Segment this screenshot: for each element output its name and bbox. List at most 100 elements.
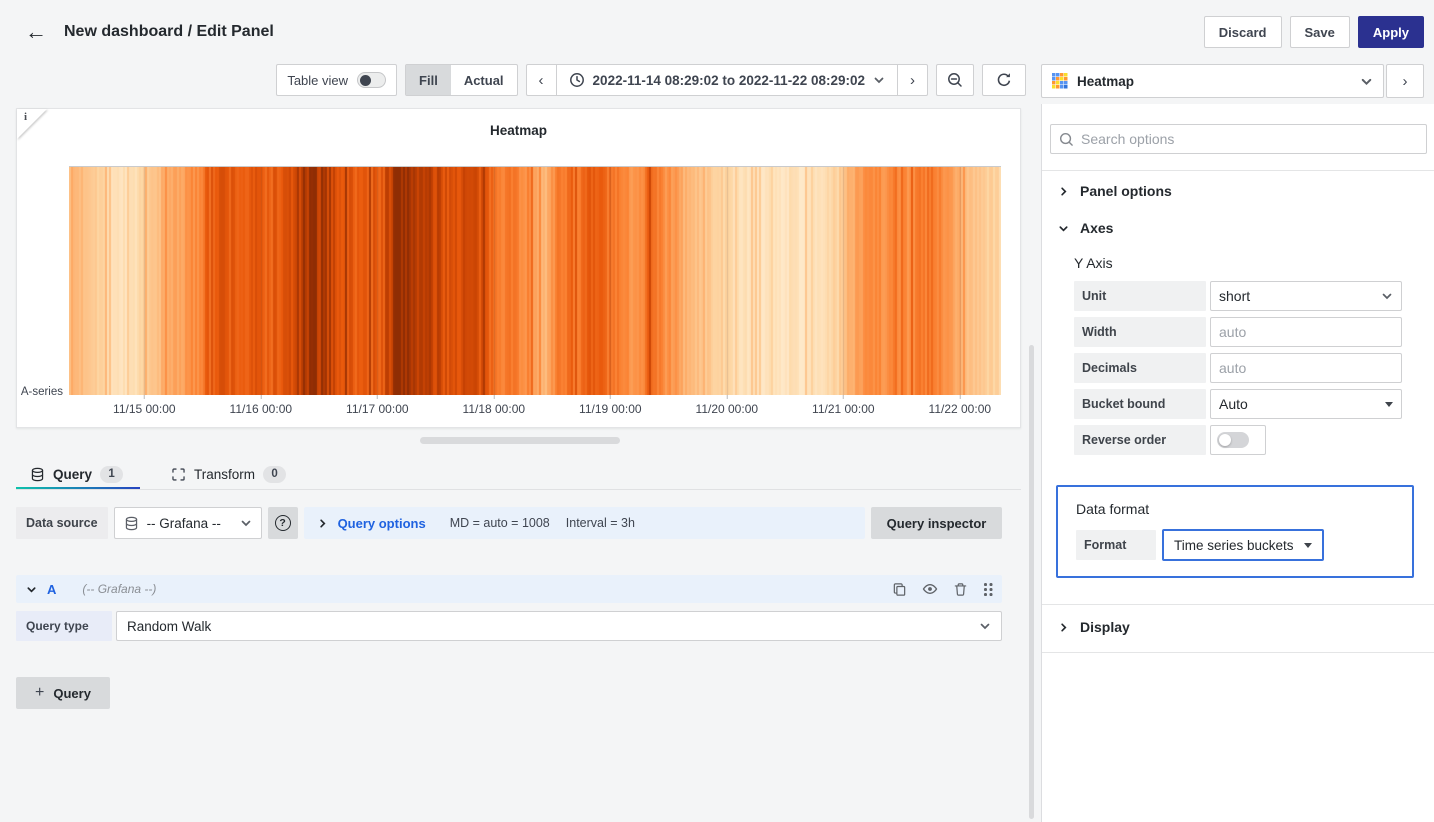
- bucket-bound-select[interactable]: Auto: [1210, 389, 1402, 419]
- query-ref: A: [47, 581, 57, 597]
- info-icon: i: [24, 111, 28, 123]
- section-axes[interactable]: Axes: [1058, 220, 1113, 236]
- refresh-button[interactable]: [982, 64, 1026, 96]
- format-select[interactable]: Time series buckets: [1162, 529, 1324, 561]
- grip-dots-icon: [983, 582, 992, 596]
- divider: [1042, 170, 1434, 171]
- query-row-a: A (-- Grafana --) Query type Random Walk: [16, 575, 1002, 641]
- arrow-left-icon: ←: [25, 19, 47, 44]
- query-options-bar[interactable]: Query options MD = auto = 1008 Interval …: [303, 507, 865, 539]
- section-label: Display: [1080, 619, 1130, 635]
- sidebar-resize-handle[interactable]: [1029, 345, 1034, 819]
- query-type-row: Query type Random Walk: [16, 611, 1002, 641]
- tab-transform[interactable]: Transform 0: [157, 459, 300, 489]
- section-display[interactable]: Display: [1058, 619, 1130, 635]
- toggle-knob: [1219, 434, 1231, 446]
- edit-panel-page: ← New dashboard / Edit Panel Discard Sav…: [0, 0, 1434, 822]
- query-inspector-button[interactable]: Query inspector: [871, 507, 1002, 539]
- delete-query-button[interactable]: [953, 582, 968, 597]
- y-axis-label: A-series: [20, 386, 63, 398]
- time-range-text: 2022-11-14 08:29:02 to 2022-11-22 08:29:…: [592, 72, 865, 88]
- section-label: Panel options: [1080, 183, 1172, 199]
- decimals-field: [1210, 353, 1402, 383]
- datasource-select[interactable]: -- Grafana --: [113, 507, 262, 539]
- chevron-down-icon: [1382, 293, 1392, 300]
- table-view-toggle[interactable]: Table view: [276, 64, 398, 96]
- bucket-bound-row: Bucket bound Auto: [1074, 389, 1402, 419]
- reverse-order-toggle[interactable]: [1210, 425, 1266, 455]
- hide-response-button[interactable]: [922, 581, 938, 597]
- eye-icon: [922, 584, 938, 594]
- width-input[interactable]: [1219, 324, 1393, 340]
- plus-icon: +: [35, 684, 45, 701]
- viz-picker-row: Heatmap ›: [1041, 64, 1424, 98]
- x-tick: 11/15 00:00: [113, 395, 176, 416]
- copy-icon: [893, 582, 906, 596]
- back-button[interactable]: ←: [20, 16, 52, 48]
- chevron-right-icon: ›: [1402, 72, 1408, 90]
- reverse-order-row: Reverse order: [1074, 425, 1266, 455]
- query-type-select[interactable]: Random Walk: [116, 611, 1002, 641]
- options-search-input[interactable]: [1081, 131, 1418, 147]
- bucket-bound-value: Auto: [1219, 396, 1248, 412]
- time-range-button[interactable]: 2022-11-14 08:29:02 to 2022-11-22 08:29:…: [557, 72, 897, 88]
- query-options-label: Query options: [337, 515, 426, 531]
- viz-picker-label: Heatmap: [1077, 73, 1135, 89]
- datasource-value: -- Grafana --: [146, 515, 221, 531]
- toggle-track: [1217, 432, 1249, 448]
- caret-down-icon: [1385, 401, 1393, 407]
- datasource-row: Data source -- Grafana -- ? Query option…: [16, 507, 1002, 539]
- query-type-label: Query type: [16, 611, 112, 641]
- duplicate-query-button[interactable]: [892, 582, 907, 597]
- apply-button[interactable]: Apply: [1357, 16, 1424, 48]
- x-tick: 11/20 00:00: [696, 395, 758, 416]
- viz-picker[interactable]: Heatmap: [1041, 64, 1384, 98]
- fill-button[interactable]: Fill: [406, 65, 451, 95]
- database-icon: [125, 516, 137, 530]
- time-shift-forward-button[interactable]: ›: [898, 65, 927, 95]
- unit-select[interactable]: short: [1210, 281, 1402, 311]
- divider: [1042, 652, 1434, 653]
- max-data-points: MD = auto = 1008: [449, 516, 550, 530]
- trash-icon: [954, 582, 967, 596]
- width-row: Width: [1074, 317, 1402, 347]
- panel-resize-handle[interactable]: [420, 437, 620, 444]
- actual-button[interactable]: Actual: [451, 65, 517, 95]
- refresh-icon: [997, 73, 1011, 87]
- chevron-left-icon: ‹: [538, 71, 544, 89]
- options-search[interactable]: [1050, 124, 1427, 154]
- options-sidebar: Panel options Axes Y Axis Unit short Wid…: [1041, 104, 1434, 822]
- datasource-help-button[interactable]: ?: [267, 507, 298, 539]
- x-tick: 11/22 00:00: [929, 395, 991, 416]
- add-query-button[interactable]: + Query: [16, 677, 110, 709]
- time-shift-back-button[interactable]: ‹: [527, 65, 556, 95]
- transform-icon: [172, 467, 185, 481]
- chevron-right-icon: [319, 518, 326, 528]
- discard-button[interactable]: Discard: [1203, 16, 1282, 48]
- drag-handle[interactable]: [983, 582, 992, 596]
- tab-label: Query: [53, 466, 93, 482]
- caret-down-icon: [1303, 542, 1312, 548]
- section-panel-options[interactable]: Panel options: [1058, 183, 1172, 199]
- chevron-down-icon: [241, 520, 250, 527]
- zoom-out-button[interactable]: [936, 64, 974, 96]
- y-axis-heading: Y Axis: [1074, 255, 1113, 271]
- table-view-switch[interactable]: [357, 72, 387, 88]
- chevron-down-icon: [980, 623, 990, 630]
- save-button[interactable]: Save: [1289, 16, 1350, 48]
- query-row-header[interactable]: A (-- Grafana --): [16, 575, 1002, 603]
- heatmap-canvas: [69, 167, 1001, 395]
- time-picker-group: ‹ 2022-11-14 08:29:02 to 2022-11-22 08:2…: [525, 64, 928, 96]
- x-tick: 11/21 00:00: [812, 395, 875, 416]
- collapse-options-button[interactable]: ›: [1386, 64, 1424, 98]
- table-view-label: Table view: [287, 72, 349, 88]
- interval-value: Interval = 3h: [565, 516, 635, 530]
- chevron-down-icon: [27, 586, 36, 593]
- clock-icon: [569, 73, 584, 87]
- toggle-knob: [360, 74, 372, 86]
- chevron-down-icon: [1361, 78, 1372, 85]
- decimals-input[interactable]: [1219, 360, 1393, 376]
- heatmap-icon: [1052, 73, 1068, 89]
- width-label: Width: [1074, 317, 1206, 347]
- tab-query[interactable]: Query 1: [16, 459, 137, 489]
